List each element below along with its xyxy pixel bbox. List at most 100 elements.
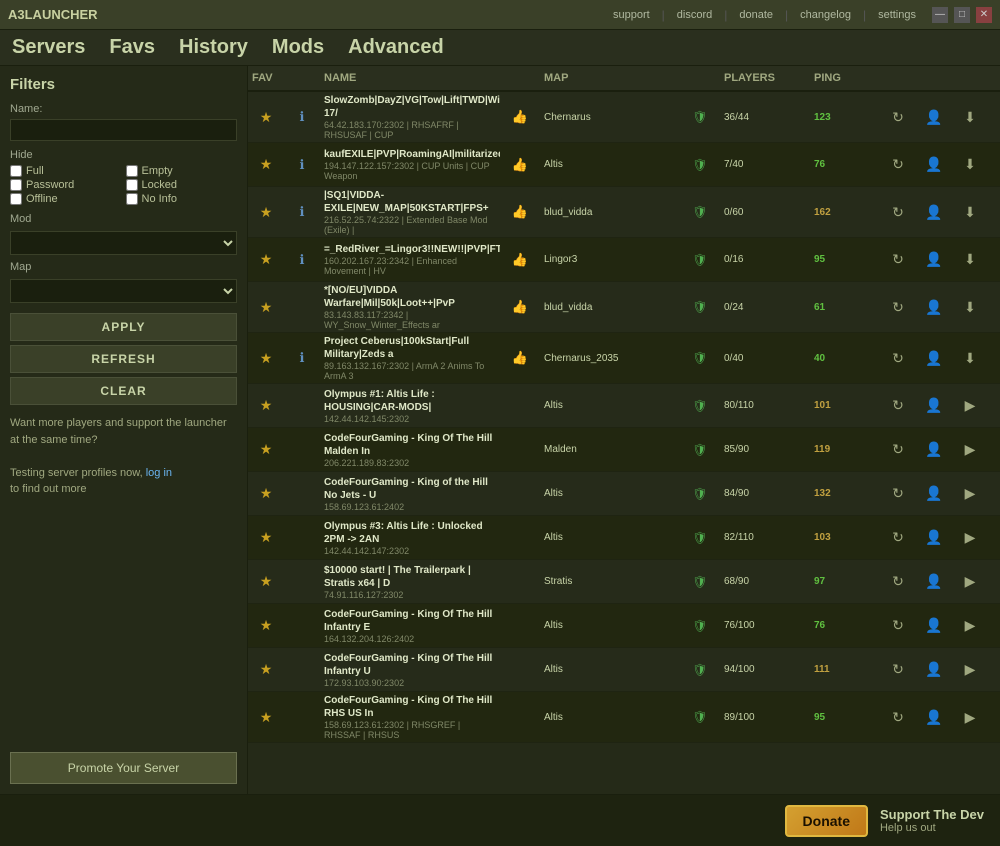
checkbox-empty[interactable]: Empty: [126, 165, 238, 177]
action-cell[interactable]: ▶: [952, 439, 988, 460]
refresh-icon[interactable]: ↻: [892, 709, 904, 726]
action-cell[interactable]: ▶: [952, 615, 988, 636]
settings-link[interactable]: settings: [878, 9, 916, 21]
action-cell[interactable]: ⬇: [952, 202, 988, 223]
action-cell[interactable]: ▶: [952, 395, 988, 416]
action-cell[interactable]: ⬇: [952, 107, 988, 128]
nav-servers[interactable]: Servers: [12, 36, 85, 59]
th-name[interactable]: NAME: [320, 70, 500, 86]
name-cell[interactable]: Project Ceberus|100kStart|Full Military|…: [320, 333, 500, 383]
name-cell[interactable]: SlowZomb|DayZ|VG|Tow|Lift|TWD|Wiped 17/ …: [320, 92, 500, 142]
name-input[interactable]: [10, 119, 237, 141]
nav-favs[interactable]: Favs: [109, 36, 155, 59]
action-icon[interactable]: ⬇: [964, 251, 976, 268]
star-cell[interactable]: ★: [248, 659, 284, 680]
star-cell[interactable]: ★: [248, 615, 284, 636]
profile-icon[interactable]: 👤: [925, 156, 942, 173]
name-cell[interactable]: |SQ1|VIDDA-EXILE|NEW_MAP|50KSTART|FPS+ 2…: [320, 187, 500, 237]
refresh-icon[interactable]: ↻: [892, 251, 904, 268]
thumbs-cell[interactable]: 👍: [500, 250, 540, 270]
action-icon[interactable]: ▶: [965, 573, 976, 590]
profile-cell[interactable]: 👤: [916, 297, 952, 318]
profile-cell[interactable]: 👤: [916, 483, 952, 504]
star-cell[interactable]: ★: [248, 527, 284, 548]
info-cell[interactable]: [284, 668, 320, 672]
star-cell[interactable]: ★: [248, 348, 284, 369]
profile-icon[interactable]: 👤: [925, 251, 942, 268]
profile-cell[interactable]: 👤: [916, 707, 952, 728]
profile-cell[interactable]: 👤: [916, 439, 952, 460]
action-cell[interactable]: ⬇: [952, 297, 988, 318]
action-cell[interactable]: ▶: [952, 707, 988, 728]
refresh-icon[interactable]: ↻: [892, 529, 904, 546]
full-checkbox[interactable]: [10, 165, 22, 177]
star-icon[interactable]: ★: [260, 156, 273, 173]
star-cell[interactable]: ★: [248, 107, 284, 128]
name-cell[interactable]: CodeFourGaming - King Of The Hill Malden…: [320, 430, 500, 470]
info-icon[interactable]: ℹ: [300, 109, 305, 125]
checkbox-noinfo[interactable]: No Info: [126, 193, 238, 205]
apply-button[interactable]: APPLY: [10, 313, 237, 341]
refresh-cell[interactable]: ↻: [880, 615, 916, 636]
refresh-cell[interactable]: ↻: [880, 707, 916, 728]
thumbs-cell[interactable]: [500, 448, 540, 452]
profile-icon[interactable]: 👤: [925, 661, 942, 678]
thumbs-cell[interactable]: [500, 624, 540, 628]
refresh-cell[interactable]: ↻: [880, 249, 916, 270]
refresh-icon[interactable]: ↻: [892, 573, 904, 590]
star-icon[interactable]: ★: [260, 251, 273, 268]
donate-button[interactable]: Donate: [785, 805, 868, 837]
star-cell[interactable]: ★: [248, 202, 284, 223]
refresh-cell[interactable]: ↻: [880, 659, 916, 680]
refresh-icon[interactable]: ↻: [892, 397, 904, 414]
action-cell[interactable]: ▶: [952, 527, 988, 548]
checkbox-locked[interactable]: Locked: [126, 179, 238, 191]
info-cell[interactable]: ℹ: [284, 348, 320, 368]
checkbox-password[interactable]: Password: [10, 179, 122, 191]
info-icon[interactable]: ℹ: [300, 204, 305, 220]
empty-checkbox[interactable]: [126, 165, 138, 177]
refresh-button[interactable]: REFRESH: [10, 345, 237, 373]
action-icon[interactable]: ▶: [965, 617, 976, 634]
discord-link[interactable]: discord: [677, 9, 712, 21]
action-icon[interactable]: ▶: [965, 661, 976, 678]
name-cell[interactable]: Olympus #1: Altis Life : HOUSING|CAR-MOD…: [320, 386, 500, 426]
refresh-icon[interactable]: ↻: [892, 156, 904, 173]
star-icon[interactable]: ★: [260, 529, 273, 546]
info-cell[interactable]: [284, 448, 320, 452]
name-cell[interactable]: CodeFourGaming - King Of The Hill Infant…: [320, 650, 500, 690]
profile-icon[interactable]: 👤: [925, 441, 942, 458]
refresh-cell[interactable]: ↻: [880, 527, 916, 548]
thumbs-cell[interactable]: [500, 492, 540, 496]
map-select[interactable]: [10, 279, 237, 303]
info-cell[interactable]: ℹ: [284, 250, 320, 270]
action-cell[interactable]: ⬇: [952, 154, 988, 175]
profile-cell[interactable]: 👤: [916, 348, 952, 369]
password-checkbox[interactable]: [10, 179, 22, 191]
profile-cell[interactable]: 👤: [916, 395, 952, 416]
profile-cell[interactable]: 👤: [916, 659, 952, 680]
star-icon[interactable]: ★: [260, 109, 273, 126]
profile-icon[interactable]: 👤: [925, 529, 942, 546]
thumbsup-icon[interactable]: 👍: [512, 204, 528, 220]
name-cell[interactable]: =_RedRiver_=Lingor3!!NEW!!|PVP|FT|100Kst…: [320, 241, 500, 278]
refresh-icon[interactable]: ↻: [892, 109, 904, 126]
info-cell[interactable]: [284, 624, 320, 628]
clear-button[interactable]: CLEAR: [10, 377, 237, 405]
thumbsup-icon[interactable]: 👍: [512, 299, 528, 315]
thumbsup-icon[interactable]: 👍: [512, 350, 528, 366]
star-icon[interactable]: ★: [260, 350, 273, 367]
profile-cell[interactable]: 👤: [916, 202, 952, 223]
thumbsup-icon[interactable]: 👍: [512, 157, 528, 173]
info-cell[interactable]: [284, 492, 320, 496]
info-cell[interactable]: [284, 404, 320, 408]
profile-cell[interactable]: 👤: [916, 107, 952, 128]
action-icon[interactable]: ⬇: [964, 109, 976, 126]
profile-icon[interactable]: 👤: [925, 573, 942, 590]
thumbsup-icon[interactable]: 👍: [512, 252, 528, 268]
promo-link[interactable]: log in: [146, 467, 172, 479]
maximize-button[interactable]: □: [954, 7, 970, 23]
info-cell[interactable]: ℹ: [284, 155, 320, 175]
thumbs-cell[interactable]: 👍: [500, 202, 540, 222]
promote-button[interactable]: Promote Your Server: [10, 752, 237, 784]
